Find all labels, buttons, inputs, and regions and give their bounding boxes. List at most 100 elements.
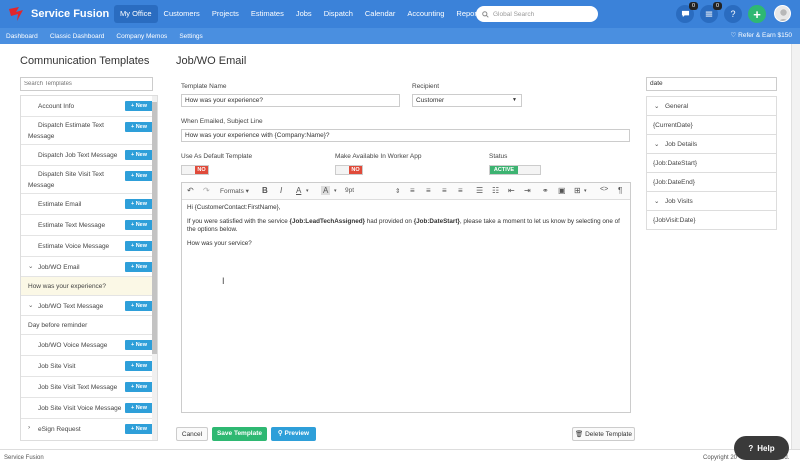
list-item[interactable]: Dispatch Estimate Text Message + New bbox=[21, 117, 157, 145]
table-icon[interactable]: ⊞ bbox=[574, 186, 581, 195]
new-button[interactable]: + New bbox=[125, 220, 153, 230]
numbered-list-icon[interactable]: ☷ bbox=[492, 186, 499, 195]
section-job-visits[interactable]: ⌄ Job Visits bbox=[647, 192, 776, 211]
preview-button[interactable]: ⚲ Preview bbox=[271, 427, 316, 441]
list-item[interactable]: Dispatch Job Text Message + New bbox=[21, 145, 157, 166]
nav-jobs[interactable]: Jobs bbox=[290, 5, 318, 23]
image-icon[interactable]: ▣ bbox=[558, 186, 566, 195]
nav-customers[interactable]: Customers bbox=[158, 5, 206, 23]
add-button[interactable]: + bbox=[748, 5, 766, 23]
undo-icon[interactable]: ↶ bbox=[187, 186, 194, 195]
section-general[interactable]: ⌄ General bbox=[647, 97, 776, 116]
subnav-dashboard[interactable]: Dashboard bbox=[0, 33, 44, 40]
worker-app-toggle[interactable]: NO bbox=[335, 165, 363, 175]
new-button[interactable]: + New bbox=[125, 340, 153, 350]
chevron-down-icon[interactable]: ▾ bbox=[334, 188, 337, 194]
new-button[interactable]: + New bbox=[125, 150, 153, 160]
subnav-classic-dashboard[interactable]: Classic Dashboard bbox=[44, 33, 111, 40]
nav-calendar[interactable]: Calendar bbox=[359, 5, 401, 23]
refer-link[interactable]: ♡ Refer & Earn $150 bbox=[731, 28, 792, 44]
list-item[interactable]: Day before reminder bbox=[21, 316, 157, 335]
list-item[interactable]: Job Site Visit + New bbox=[21, 356, 157, 377]
new-button[interactable]: + New bbox=[125, 199, 153, 209]
list-item-expanded[interactable]: ⌄ Job/WO Text Message + New bbox=[21, 296, 157, 316]
list-item[interactable]: Job Site Visit Text Message + New bbox=[21, 377, 157, 398]
chevron-down-icon[interactable]: ▾ bbox=[584, 188, 587, 194]
new-button[interactable]: + New bbox=[125, 122, 153, 132]
list-item[interactable]: Job Site Visit Voice Message + New bbox=[21, 398, 157, 419]
save-template-button[interactable]: Save Template bbox=[212, 427, 267, 441]
nav-estimates[interactable]: Estimates bbox=[245, 5, 290, 23]
bullet-list-icon[interactable]: ☰ bbox=[476, 186, 483, 195]
chat-button[interactable]: 0 bbox=[676, 2, 698, 23]
nav-projects[interactable]: Projects bbox=[206, 5, 245, 23]
default-template-toggle[interactable]: NO bbox=[181, 165, 209, 175]
variable-item[interactable]: {Job:DateStart} bbox=[647, 154, 776, 173]
help-button[interactable]: ? bbox=[724, 5, 742, 23]
delete-template-button[interactable]: 🗑 Delete Template bbox=[572, 427, 635, 441]
status-toggle[interactable]: ACTIVE bbox=[489, 165, 541, 175]
indent-icon[interactable]: ⇥ bbox=[524, 186, 531, 195]
formats-dropdown[interactable]: Formats ▾ bbox=[220, 187, 249, 195]
nav-my-office[interactable]: My Office bbox=[114, 5, 158, 23]
page-scrollbar[interactable] bbox=[791, 44, 800, 449]
subnav-settings[interactable]: Settings bbox=[173, 33, 209, 40]
highlight-color-icon[interactable]: A bbox=[321, 186, 331, 195]
subject-input[interactable]: How was your experience with {Company:Na… bbox=[181, 129, 630, 142]
new-button[interactable]: + New bbox=[125, 361, 153, 371]
align-left-icon[interactable]: ≡ bbox=[410, 186, 415, 195]
variable-item[interactable]: {JobVisit:Date} bbox=[647, 211, 776, 230]
recipient-select[interactable]: Customer ▼ bbox=[412, 94, 522, 107]
list-item[interactable]: › eSign Request + New bbox=[21, 419, 157, 440]
new-button[interactable]: + New bbox=[125, 241, 153, 251]
editor-content[interactable]: Hi {CustomerContact:FirstName}, If you w… bbox=[182, 200, 630, 257]
user-icon bbox=[778, 9, 789, 21]
rich-text-editor[interactable]: ↶ ↷ Formats ▾ B I A ▾ A ▾ 9pt ⇕ ≡ ≡ ≡ ≡ ☰… bbox=[181, 182, 631, 413]
outdent-icon[interactable]: ⇤ bbox=[508, 186, 515, 195]
global-search-input[interactable] bbox=[493, 10, 593, 18]
redo-icon[interactable]: ↷ bbox=[203, 186, 210, 195]
list-item[interactable]: Account Info + New bbox=[21, 96, 157, 117]
new-button[interactable]: + New bbox=[125, 301, 153, 311]
cancel-button[interactable]: Cancel bbox=[176, 427, 208, 441]
subnav-company-memos[interactable]: Company Memos bbox=[110, 33, 173, 40]
source-code-icon[interactable]: <> bbox=[600, 186, 608, 193]
tasks-button[interactable]: 0 bbox=[700, 2, 722, 23]
variable-item[interactable]: {Job:DateEnd} bbox=[647, 173, 776, 192]
align-right-icon[interactable]: ≡ bbox=[442, 186, 447, 195]
italic-icon[interactable]: I bbox=[280, 186, 282, 195]
text-color-icon[interactable]: A bbox=[296, 186, 301, 195]
list-item-selected[interactable]: How was your experience? bbox=[21, 277, 157, 296]
chevron-down-icon[interactable]: ▾ bbox=[306, 188, 309, 194]
new-button[interactable]: + New bbox=[125, 424, 153, 434]
list-item[interactable]: Dispatch Site Visit Text Message + New bbox=[21, 166, 157, 194]
justify-icon[interactable]: ≡ bbox=[458, 186, 463, 195]
variable-search-input[interactable]: date bbox=[646, 77, 777, 91]
user-avatar[interactable] bbox=[774, 5, 791, 22]
template-search-input[interactable] bbox=[20, 77, 153, 91]
list-item[interactable]: Estimate Email + New bbox=[21, 194, 157, 215]
nav-dispatch[interactable]: Dispatch bbox=[318, 5, 359, 23]
link-icon[interactable]: ⚭ bbox=[542, 186, 549, 195]
section-job-details[interactable]: ⌄ Job Details bbox=[647, 135, 776, 154]
list-item-expanded[interactable]: ⌄ Job/WO Email + New bbox=[21, 257, 157, 277]
nav-accounting[interactable]: Accounting bbox=[401, 5, 450, 23]
new-button[interactable]: + New bbox=[125, 101, 153, 111]
list-item[interactable]: Estimate Voice Message + New bbox=[21, 236, 157, 257]
new-button[interactable]: + New bbox=[125, 262, 153, 272]
new-button[interactable]: + New bbox=[125, 382, 153, 392]
help-widget-button[interactable]: ? Help bbox=[734, 436, 789, 460]
paragraph-marks-icon[interactable]: ¶ bbox=[618, 186, 622, 195]
list-scrollbar-thumb[interactable] bbox=[152, 102, 157, 354]
bold-icon[interactable]: B bbox=[262, 186, 268, 195]
app-logo[interactable]: Service Fusion bbox=[8, 6, 114, 22]
list-scrollbar[interactable] bbox=[152, 96, 157, 440]
template-name-input[interactable]: How was your experience? bbox=[181, 94, 400, 107]
new-button[interactable]: + New bbox=[125, 403, 153, 413]
variable-item[interactable]: {CurrentDate} bbox=[647, 116, 776, 135]
font-size-dropdown[interactable]: 9pt ⇕ bbox=[345, 187, 403, 195]
list-item[interactable]: Estimate Text Message + New bbox=[21, 215, 157, 236]
list-item[interactable]: Job/WO Voice Message + New bbox=[21, 335, 157, 356]
align-center-icon[interactable]: ≡ bbox=[426, 186, 431, 195]
new-button[interactable]: + New bbox=[125, 171, 153, 181]
